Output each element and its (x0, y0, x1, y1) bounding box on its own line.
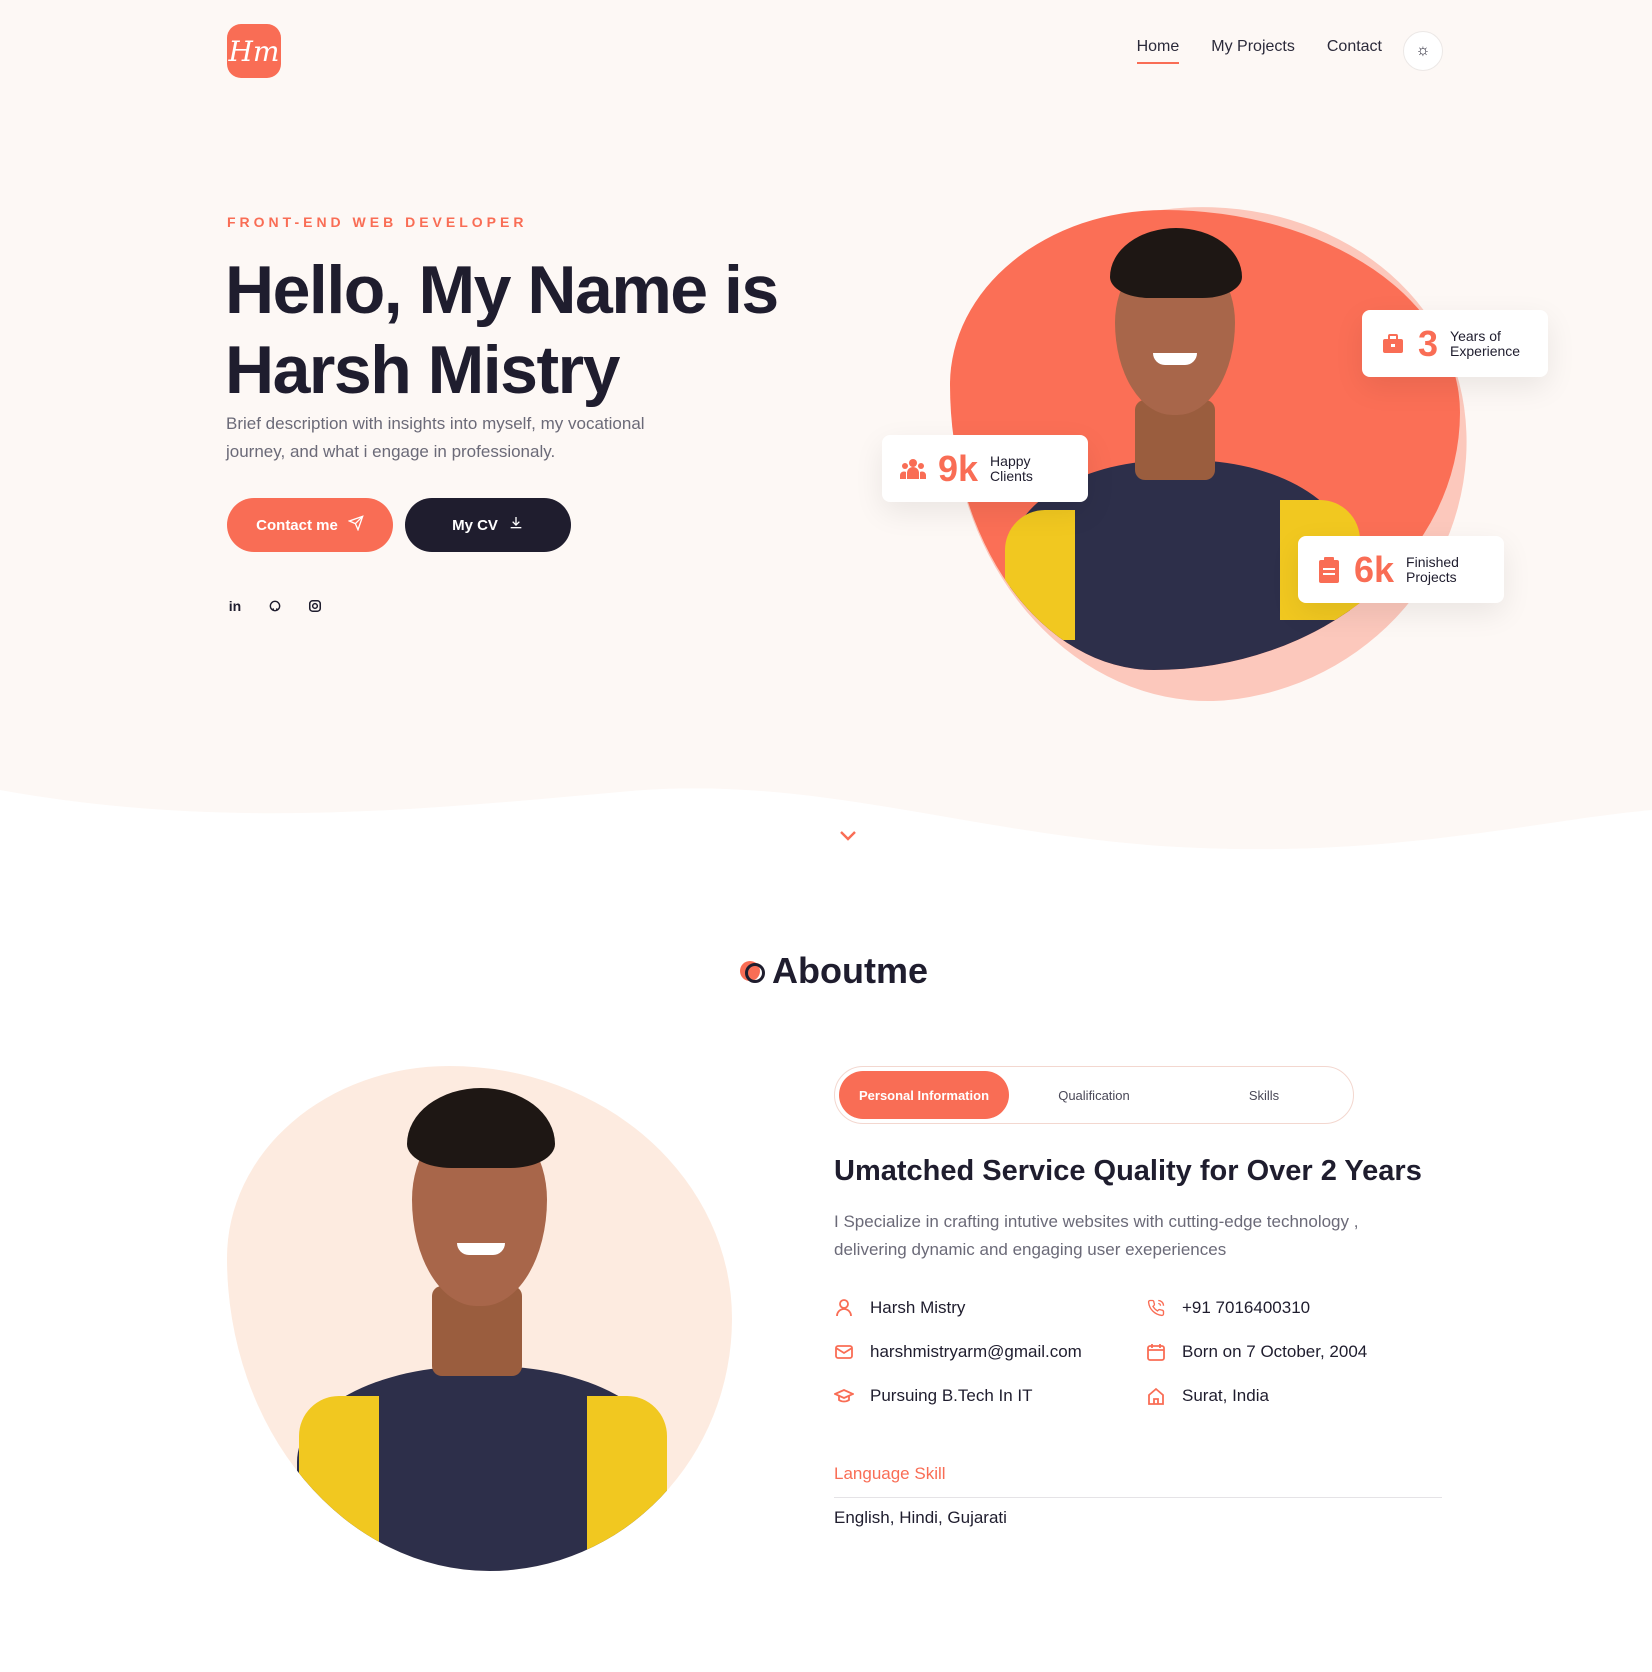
nav-my-projects[interactable]: My Projects (1211, 38, 1295, 62)
info-email-text: harshmistryarm@gmail.com (870, 1342, 1082, 1361)
home-icon (1146, 1387, 1166, 1405)
clipboard-icon (1316, 556, 1342, 583)
calendar-icon (1146, 1343, 1166, 1361)
graduation-cap-icon (834, 1388, 854, 1404)
about-photo (227, 1066, 732, 1571)
theme-toggle-button[interactable]: ☼ (1403, 31, 1443, 71)
language-skill-value: English, Hindi, Gujarati (834, 1508, 1007, 1527)
tab-skills[interactable]: Skills (1179, 1071, 1349, 1119)
stat-projects: 6k Finished Projects (1298, 536, 1505, 603)
info-birthday-text: Born on 7 October, 2004 (1182, 1342, 1368, 1361)
stat-experience-value: 3 (1418, 322, 1439, 364)
stat-clients: 9k Happy Clients (882, 435, 1089, 502)
hero-title: Hello, My Name is Harsh Mistry (225, 250, 865, 410)
briefcase-icon (1380, 331, 1406, 357)
info-item-name: Harsh Mistry (834, 1296, 1146, 1320)
language-skill-label: Language Skill (834, 1464, 946, 1483)
about-text: I Specialize in crafting intutive websit… (834, 1212, 1359, 1259)
github-icon[interactable] (267, 598, 283, 614)
tab-qualification[interactable]: Qualification (1009, 1071, 1179, 1119)
about-title-text: Aboutme (772, 950, 928, 991)
stat-experience: 3 Years of Experience (1362, 310, 1549, 377)
about-section-title: Aboutme (740, 950, 928, 992)
hero-title-line2: Harsh Mistry (225, 332, 620, 408)
users-icon (900, 456, 926, 482)
info-education-text: Pursuing B.Tech In IT (870, 1386, 1033, 1405)
info-item-location: Surat, India (1146, 1384, 1434, 1408)
tab-personal-information[interactable]: Personal Information (839, 1071, 1009, 1119)
info-location-text: Surat, India (1182, 1386, 1269, 1405)
phone-icon (1146, 1299, 1166, 1317)
social-links: in (227, 598, 323, 614)
sun-icon: ☼ (1415, 42, 1431, 59)
info-item-email: harshmistryarm@gmail.com (834, 1340, 1146, 1364)
about-heading: Umatched Service Quality for Over 2 Year… (834, 1155, 1422, 1187)
my-cv-button[interactable]: My CV (405, 498, 571, 552)
stat-projects-label: Finished Projects (1406, 553, 1459, 585)
info-phone-text: +91 7016400310 (1182, 1298, 1311, 1317)
about-portrait-illustration (227, 1066, 732, 1571)
hero-description: Brief description with insights into mys… (226, 414, 645, 461)
about-tabs: Personal Information Qualification Skill… (834, 1066, 1354, 1124)
stat-clients-label: Happy Clients (990, 452, 1033, 484)
contact-me-button[interactable]: Contact me (227, 498, 393, 552)
info-name-text: Harsh Mistry (870, 1298, 966, 1317)
stat-clients-value: 9k (938, 447, 979, 489)
hero-title-line1: Hello, My Name is (225, 252, 779, 328)
contact-me-label: Contact me (256, 516, 338, 534)
info-item-birthday: Born on 7 October, 2004 (1146, 1340, 1434, 1364)
stat-experience-label: Years of Experience (1450, 327, 1521, 359)
hero-subtitle: FRONT-END WEB DEVELOPER (227, 214, 528, 230)
info-item-education: Pursuing B.Tech In IT (834, 1384, 1146, 1408)
section-dot-icon (740, 961, 765, 983)
instagram-icon[interactable] (307, 598, 323, 614)
download-icon (508, 515, 524, 535)
nav-home[interactable]: Home (1136, 38, 1179, 64)
send-icon (347, 515, 364, 535)
user-icon (834, 1299, 854, 1317)
logo-text: Hm (228, 34, 280, 68)
chevron-down-icon[interactable] (839, 826, 857, 847)
my-cv-label: My CV (452, 516, 498, 534)
linkedin-icon[interactable]: in (227, 598, 243, 614)
nav-contact[interactable]: Contact (1327, 38, 1382, 62)
hero-wave-divider (0, 788, 1652, 900)
language-divider (834, 1497, 1442, 1498)
mail-icon (834, 1344, 854, 1360)
personal-info-grid: Harsh Mistry +91 7016400310 harshmistrya… (834, 1296, 1434, 1408)
site-logo[interactable]: Hm (227, 24, 281, 78)
info-item-phone: +91 7016400310 (1146, 1296, 1434, 1320)
main-nav: Home My Projects Contact (1136, 38, 1382, 64)
stat-projects-value: 6k (1354, 548, 1395, 590)
